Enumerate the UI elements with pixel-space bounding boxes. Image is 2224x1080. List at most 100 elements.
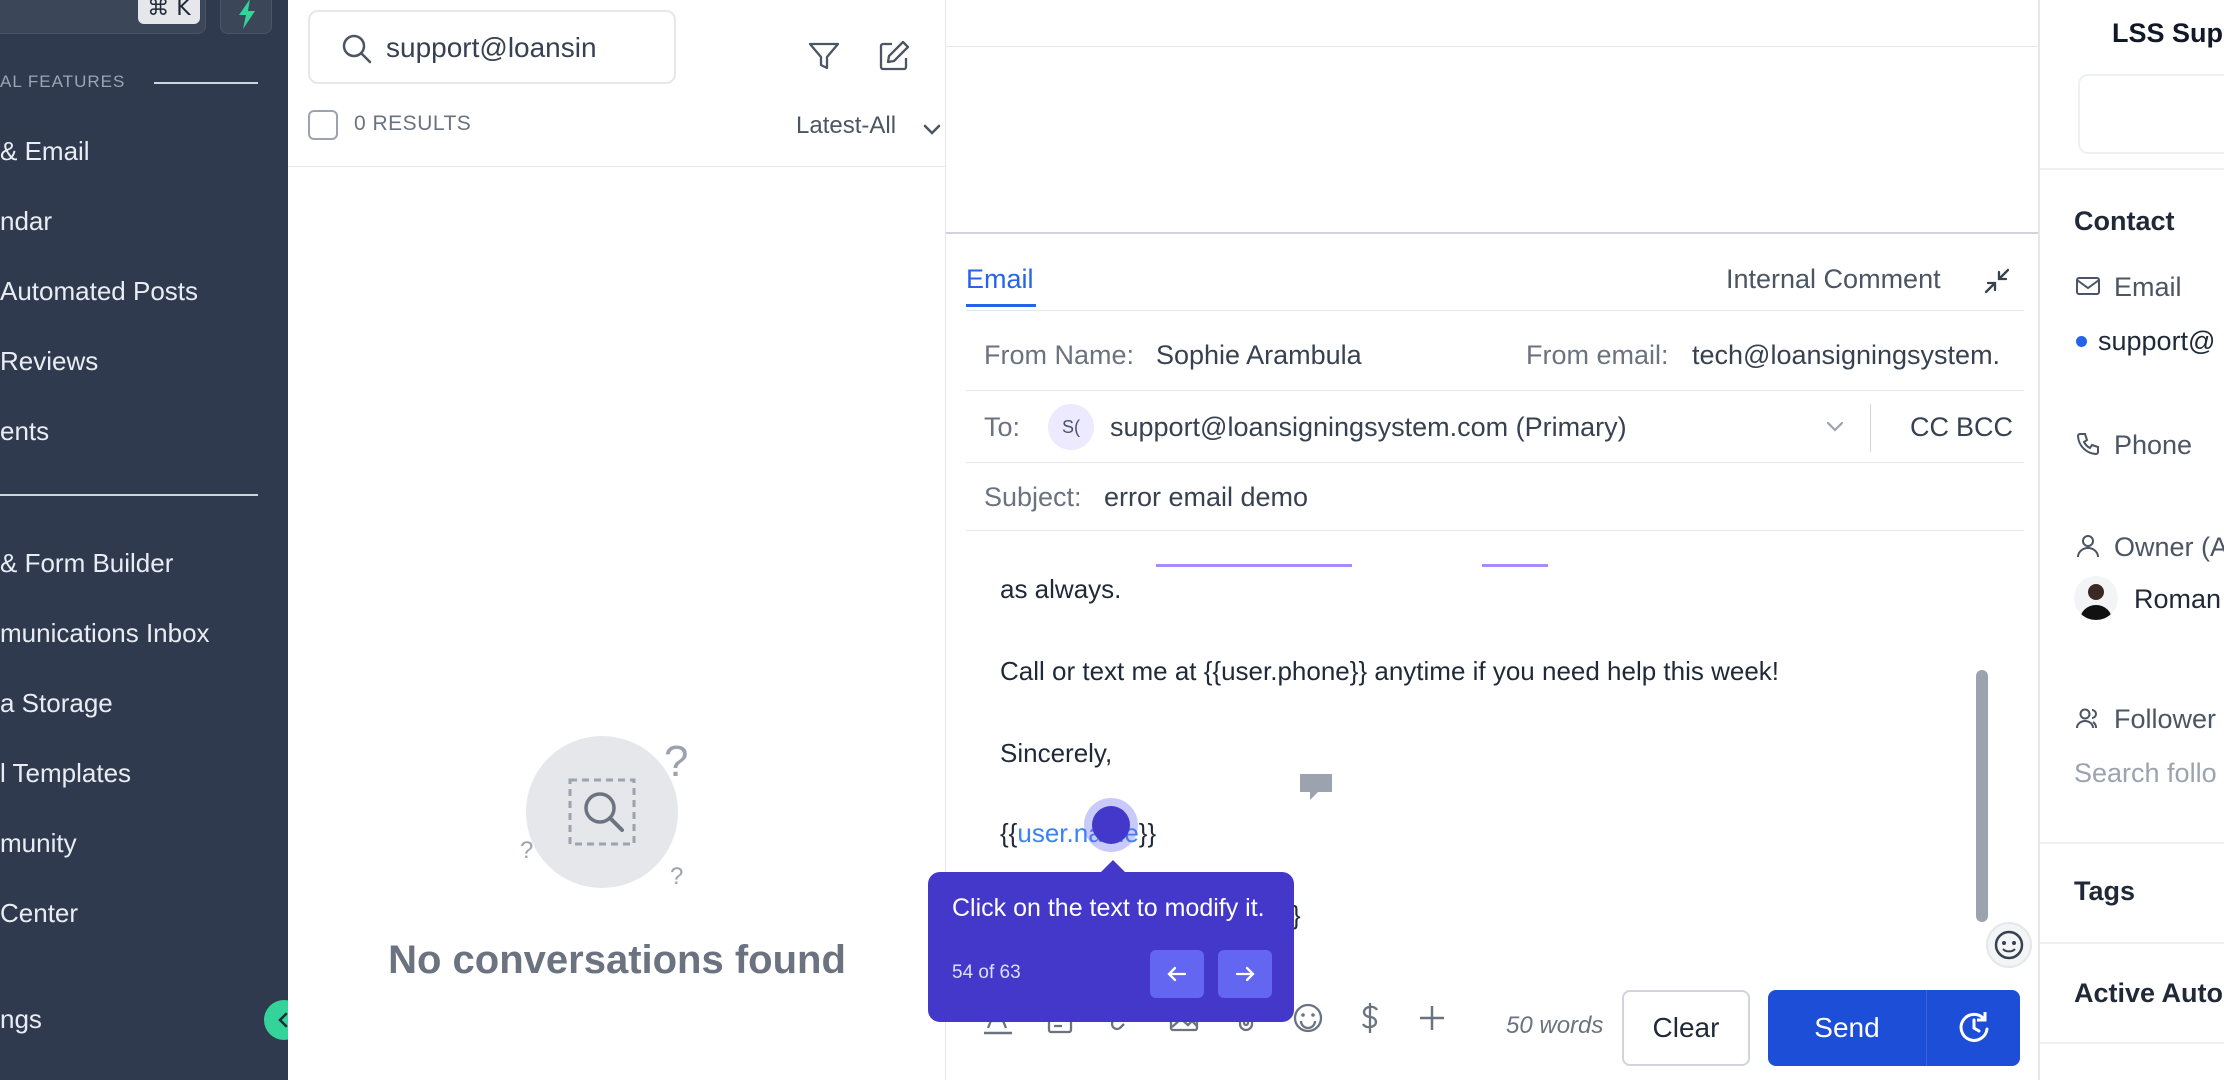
- dollar-icon[interactable]: [1352, 1000, 1388, 1036]
- owner-value[interactable]: Roman: [2134, 584, 2221, 615]
- email-value[interactable]: support@: [2098, 326, 2215, 357]
- app-root: ⌘ K AL FEATURES & Email ndar Automated P…: [0, 0, 2224, 1080]
- tab-email[interactable]: Email: [966, 264, 1034, 295]
- sidebar-item-reviews[interactable]: Reviews: [0, 346, 98, 377]
- divider: [2040, 942, 2224, 944]
- contact-name: LSS Supp: [2112, 18, 2224, 48]
- sidebar-item-email[interactable]: & Email: [0, 136, 90, 167]
- to-recipient[interactable]: support@loansigningsystem.com (Primary): [1110, 412, 1627, 443]
- followers-icon: [2076, 708, 2097, 729]
- chevron-down-icon[interactable]: [1822, 414, 1848, 440]
- from-name-value[interactable]: Sophie Arambula: [1156, 340, 1362, 371]
- schedule-send-button[interactable]: [1926, 990, 2020, 1066]
- tooltip-text: Click on the text to modify it.: [952, 894, 1265, 922]
- svg-text:?: ?: [670, 863, 683, 890]
- sidebar-item-email-templates[interactable]: l Templates: [0, 758, 131, 789]
- plus-icon[interactable]: [1414, 1000, 1450, 1036]
- followers-search-input[interactable]: Search follo: [2074, 758, 2217, 789]
- selection-highlight: [1156, 564, 1352, 567]
- body-line[interactable]: Call or text me at {{user.phone}} anytim…: [1000, 656, 1779, 687]
- sidebar-item-automated-posts[interactable]: Automated Posts: [0, 276, 198, 307]
- tags-heading[interactable]: Tags: [2074, 876, 2135, 907]
- walkthrough-tooltip: Click on the text to modify it. 54 of 63: [928, 860, 1294, 1022]
- chat-bot-icon: [1994, 930, 2024, 960]
- send-button[interactable]: Send: [1768, 990, 1926, 1066]
- contact-actions[interactable]: [2078, 74, 2224, 154]
- subject-label: Subject:: [984, 482, 1082, 512]
- divider: [946, 46, 2038, 47]
- merge-brace: {{: [1000, 818, 1018, 848]
- bcc-button[interactable]: BCC: [1956, 412, 2013, 443]
- sidebar-item-media-storage[interactable]: a Storage: [0, 688, 113, 719]
- divider: [966, 390, 2024, 391]
- recipient-avatar: S(: [1048, 404, 1094, 450]
- filter-icon[interactable]: [806, 38, 842, 74]
- divider: [2040, 1042, 2224, 1044]
- merge-brace: }}: [1138, 818, 1157, 848]
- followers-label: Follower: [2114, 704, 2217, 734]
- primary-dot: [2076, 336, 2087, 347]
- sort-dropdown[interactable]: Latest-All: [796, 112, 896, 140]
- tooltip-prev-button[interactable]: [1150, 950, 1204, 998]
- cc-button[interactable]: CC: [1910, 412, 1949, 443]
- divider: [2040, 168, 2224, 170]
- selection-highlight: [1482, 564, 1548, 567]
- sidebar-item-settings[interactable]: ngs: [0, 1004, 42, 1035]
- owner-label: Owner (A: [2114, 532, 2224, 562]
- sidebar-divider: [0, 494, 258, 496]
- subject-input[interactable]: error email demo: [1104, 482, 1308, 513]
- tab-internal-comment[interactable]: Internal Comment: [1726, 264, 1941, 295]
- body-line-signature[interactable]: {{user.name}}: [1000, 818, 1156, 849]
- results-count: 0 RESULTS: [354, 112, 472, 135]
- arrow-left-icon: [1167, 966, 1187, 982]
- walkthrough-hotspot[interactable]: [1092, 806, 1130, 844]
- owner-avatar: [2074, 576, 2118, 620]
- tooltip-next-button[interactable]: [1218, 950, 1272, 998]
- email-label: Email: [2114, 272, 2182, 302]
- divider: [966, 530, 2024, 531]
- from-email-label: From email:: [1526, 340, 1669, 370]
- shortcut-hint: ⌘ K: [138, 0, 200, 24]
- empty-state-title: No conversations found: [388, 938, 846, 982]
- active-automations-heading[interactable]: Active Auto: [2074, 978, 2223, 1009]
- empty-search-illustration-icon: ? ? ?: [520, 736, 688, 890]
- divider: [946, 232, 2038, 234]
- emoji-icon[interactable]: [1290, 1000, 1326, 1036]
- quick-actions-button[interactable]: [220, 0, 272, 34]
- conversation-search[interactable]: [308, 10, 676, 84]
- contact-panel: LSS Supp Contact Email support@ Phone Ow…: [2038, 0, 2224, 1080]
- chevron-down-icon[interactable]: [920, 118, 944, 142]
- sidebar-item-communications-inbox[interactable]: munications Inbox: [0, 618, 210, 649]
- compose-icon[interactable]: [876, 38, 912, 74]
- word-count: 50 words: [1506, 1012, 1604, 1039]
- sidebar-item-clients[interactable]: ents: [0, 416, 49, 447]
- sidebar-item-form-builder[interactable]: & Form Builder: [0, 548, 173, 579]
- chat-widget-button[interactable]: [1986, 922, 2032, 968]
- body-line[interactable]: Sincerely,: [1000, 738, 1112, 769]
- tooltip-arrow: [1100, 860, 1126, 873]
- divider: [966, 462, 2024, 463]
- comment-icon[interactable]: [1296, 770, 1336, 804]
- editor-scrollbar[interactable]: [1976, 670, 1988, 922]
- collapse-icon[interactable]: [1982, 266, 2012, 296]
- phone-icon: [2076, 433, 2099, 456]
- from-name-label: From Name:: [984, 340, 1135, 370]
- tab-active-indicator: [966, 304, 1036, 307]
- contact-heading: Contact: [2074, 206, 2175, 236]
- sidebar-item-help-center[interactable]: Center: [0, 898, 78, 929]
- to-label: To:: [984, 412, 1021, 442]
- arrow-right-icon: [1235, 966, 1255, 982]
- divider: [1870, 404, 1871, 452]
- body-line[interactable]: as always.: [1000, 574, 1121, 605]
- clear-button[interactable]: Clear: [1622, 990, 1750, 1066]
- clock-icon: [1959, 1011, 1988, 1042]
- sidebar-item-community[interactable]: munity: [0, 828, 77, 859]
- bolt-icon: [239, 0, 255, 29]
- divider: [966, 310, 2024, 311]
- panel-divider: [288, 166, 946, 167]
- sidebar-item-calendar[interactable]: ndar: [0, 206, 52, 237]
- search-input[interactable]: [386, 26, 666, 70]
- select-all-checkbox[interactable]: [308, 110, 338, 140]
- mail-icon: [2076, 277, 2100, 295]
- from-email-value[interactable]: tech@loansigningsystem.: [1692, 340, 2022, 371]
